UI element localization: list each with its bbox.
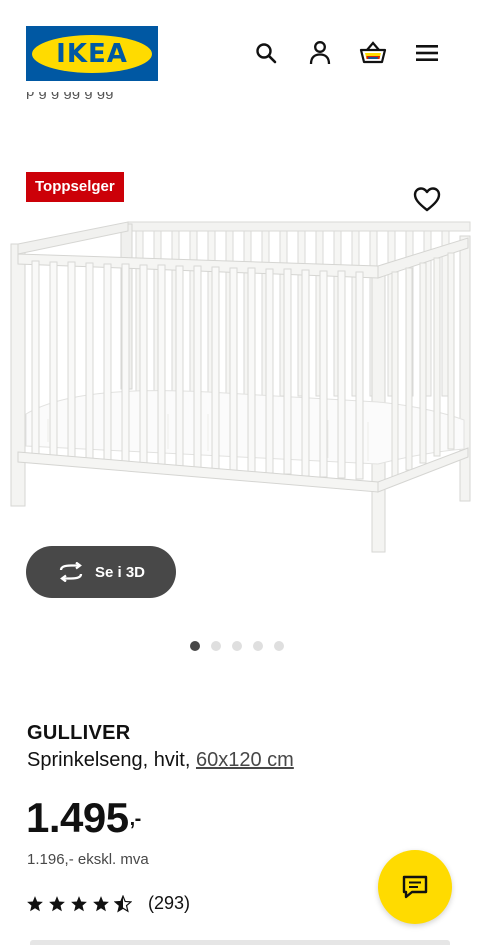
price-amount: 1.495 [26,794,129,841]
logo-oval: IKEA [32,34,152,73]
ikea-logo[interactable]: IKEA [26,26,158,81]
product-type: Sprinkelseng, hvit, [27,749,191,771]
product-description: Sprinkelseng, hvit, 60x120 cm [27,749,294,772]
logo-text: IKEA [56,38,128,69]
view-3d-button[interactable]: Se i 3D [26,546,176,598]
product-size-link[interactable]: 60x120 cm [196,749,294,771]
half-star-icon [114,894,132,912]
chat-button[interactable] [378,850,452,924]
star-icon [71,895,87,911]
user-icon[interactable] [305,38,335,68]
price-ex-vat: 1.196,- ekskl. mva [27,851,149,868]
product-rating[interactable]: (293) [26,893,190,914]
gallery-pagination [190,641,284,651]
star-icon [27,895,43,911]
product-name: GULLIVER [27,722,131,744]
crib-product-image [10,221,471,553]
gallery-dot-2[interactable] [211,641,221,651]
gallery-dot-3[interactable] [232,641,242,651]
top-seller-badge: Toppselger [26,172,124,202]
bottom-sheet-edge [30,940,450,945]
top-header: IKEA p g g gg g gg [0,0,480,105]
gallery-dot-5[interactable] [274,641,284,651]
chat-icon [402,875,428,899]
gallery-dot-1[interactable] [190,641,200,651]
star-icon [93,895,109,911]
search-icon[interactable] [251,38,281,68]
rotate-3d-icon [59,562,83,582]
menu-icon[interactable] [412,38,442,68]
star-icon [49,895,65,911]
basket-icon[interactable] [358,38,388,68]
scrolled-partial-text: p g g gg g gg [26,92,216,106]
gallery-dot-4[interactable] [253,641,263,651]
favourite-heart-icon[interactable] [412,185,442,213]
product-price: 1.495 ,- [26,794,141,842]
review-count: (293) [148,893,191,913]
price-suffix: ,- [129,808,142,830]
view-3d-label: Se i 3D [94,563,146,581]
